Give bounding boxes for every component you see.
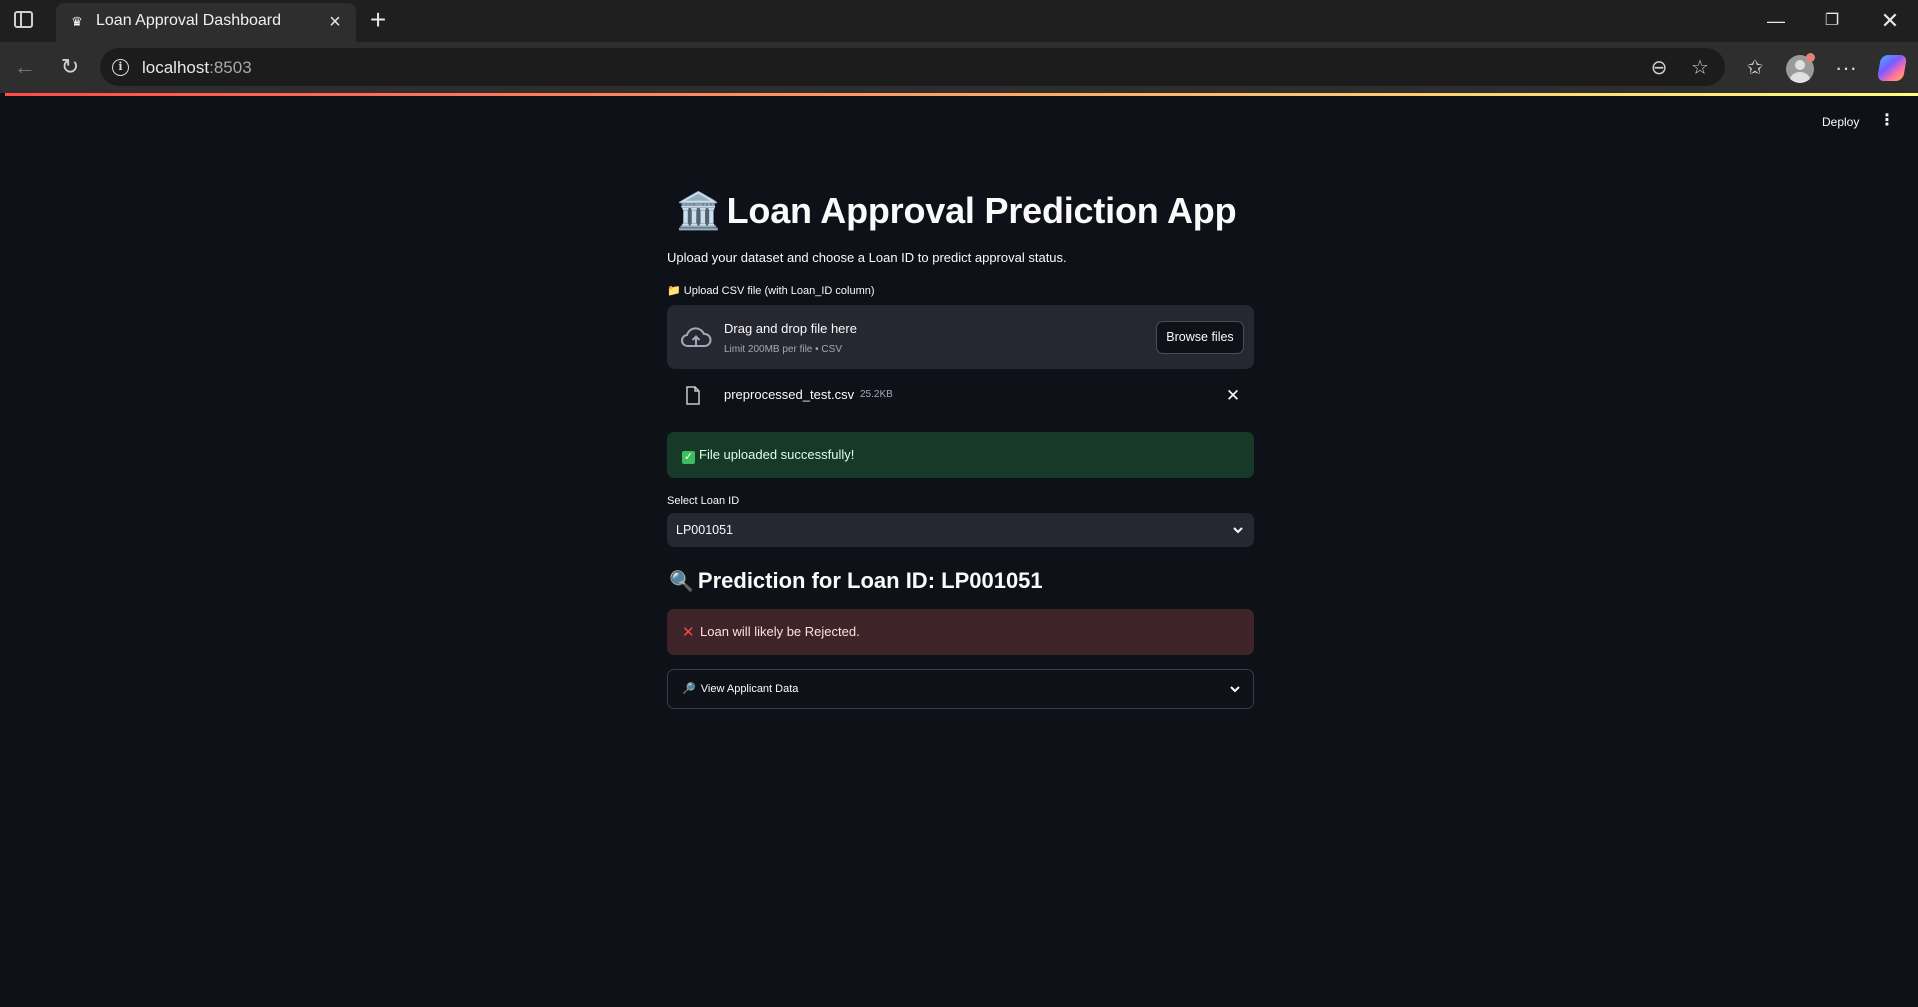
- magnifier-icon: 🔍: [669, 571, 694, 593]
- tab-close-icon[interactable]: ×: [324, 11, 346, 33]
- tab-title: Loan Approval Dashboard: [96, 12, 282, 29]
- minimize-icon[interactable]: —: [1758, 6, 1794, 36]
- dropzone-title: Drag and drop file here: [724, 321, 857, 336]
- back-icon[interactable]: ←: [10, 52, 40, 82]
- dropzone-limit: Limit 200MB per file • CSV: [724, 344, 842, 355]
- file-dropzone[interactable]: Drag and drop file here Limit 200MB per …: [667, 305, 1254, 369]
- favorite-star-icon[interactable]: ☆: [1688, 56, 1712, 80]
- loan-id-select[interactable]: LP001051: [667, 513, 1254, 547]
- zoom-out-icon[interactable]: ⊖: [1647, 56, 1671, 80]
- page-title: 🏛️ Loan Approval Prediction App: [676, 190, 1237, 231]
- new-tab-icon[interactable]: +: [364, 6, 392, 34]
- browser-tab[interactable]: ♛ Loan Approval Dashboard ×: [56, 3, 356, 42]
- cross-mark-icon: ✕: [682, 624, 695, 641]
- url-text[interactable]: localhost:8503: [142, 58, 252, 78]
- browse-files-button[interactable]: Browse files: [1156, 321, 1244, 354]
- deploy-button[interactable]: Deploy: [1822, 115, 1859, 129]
- check-mark-icon: ✓: [682, 451, 695, 464]
- select-value: LP001051: [676, 523, 734, 537]
- remove-file-icon[interactable]: ✕: [1222, 385, 1244, 407]
- browser-titlebar: ♛ Loan Approval Dashboard × + — ❐ ✕: [0, 0, 1918, 42]
- browser-toolbar: ← ↻ i localhost:8503 ⊖ ☆ ✩ ···: [0, 42, 1918, 93]
- uploaded-file-name: preprocessed_test.csv: [724, 387, 855, 402]
- header-decoration: [5, 93, 1918, 96]
- restore-icon[interactable]: ❐: [1814, 6, 1850, 36]
- reload-icon[interactable]: ↻: [55, 52, 85, 82]
- site-info-icon[interactable]: i: [112, 59, 129, 76]
- prediction-heading: 🔍 Prediction for Loan ID: LP001051: [669, 568, 1043, 593]
- file-icon: [686, 386, 700, 405]
- tab-actions-icon[interactable]: [14, 11, 33, 28]
- notification-dot: [1806, 53, 1815, 62]
- more-options-icon[interactable]: ···: [1831, 53, 1861, 83]
- window-close-icon[interactable]: ✕: [1872, 6, 1908, 36]
- success-alert: ✓ File uploaded successfully!: [667, 432, 1254, 478]
- applicant-data-expander[interactable]: 🔎 View Applicant Data: [667, 669, 1254, 709]
- uploaded-file-row: preprocessed_test.csv 25.2KB ✕: [667, 377, 1254, 417]
- cloud-upload-icon: [681, 327, 712, 347]
- chevron-down-icon: [1233, 527, 1243, 534]
- bank-icon: 🏛️: [676, 190, 721, 231]
- crown-favicon-icon: ♛: [71, 14, 83, 29]
- uploaded-file-size: 25.2KB: [860, 389, 893, 400]
- page-subtitle: Upload your dataset and choose a Loan ID…: [667, 250, 1067, 265]
- error-alert: ✕ Loan will likely be Rejected.: [667, 609, 1254, 655]
- address-bar[interactable]: i localhost:8503 ⊖ ☆: [100, 48, 1725, 86]
- main-menu-icon[interactable]: ⋮: [1877, 111, 1897, 131]
- expander-label: 🔎 View Applicant Data: [682, 683, 799, 695]
- uploader-label: 📁 Upload CSV file (with Loan_ID column): [667, 285, 875, 297]
- favorites-icon[interactable]: ✩: [1740, 53, 1770, 83]
- app-page: Deploy ⋮ 🏛️ Loan Approval Prediction App …: [5, 93, 1918, 1007]
- chevron-down-icon: [1230, 686, 1240, 693]
- select-label: Select Loan ID: [667, 495, 740, 507]
